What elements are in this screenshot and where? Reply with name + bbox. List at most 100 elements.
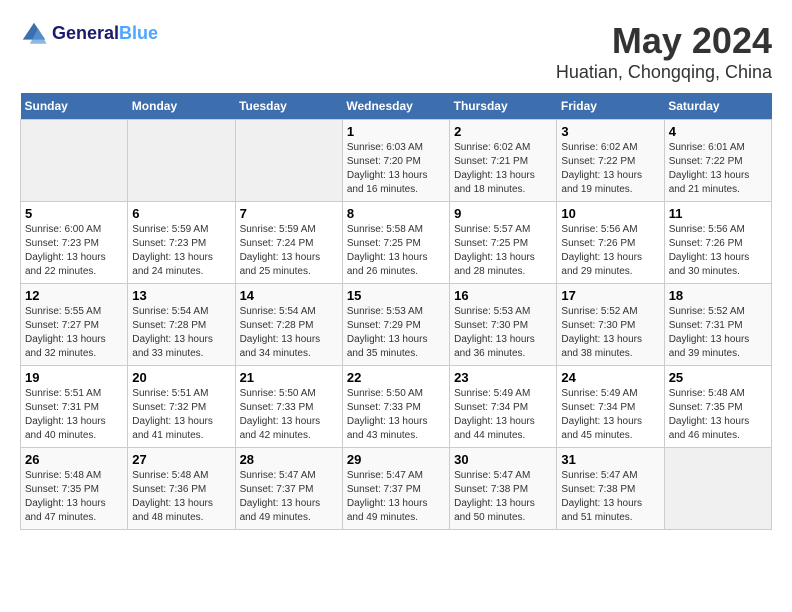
day-info: Sunrise: 6:00 AM Sunset: 7:23 PM Dayligh… xyxy=(25,223,123,279)
weekday-header: Saturday xyxy=(664,93,771,120)
day-number: 12 xyxy=(25,288,123,303)
day-number: 23 xyxy=(454,370,552,385)
day-number: 26 xyxy=(25,452,123,467)
day-info: Sunrise: 5:48 AM Sunset: 7:35 PM Dayligh… xyxy=(669,387,767,443)
day-number: 27 xyxy=(132,452,230,467)
calendar-day-cell: 4 Sunrise: 6:01 AM Sunset: 7:22 PM Daylig… xyxy=(664,120,771,202)
weekday-header: Tuesday xyxy=(235,93,342,120)
day-number: 3 xyxy=(561,124,659,139)
day-number: 28 xyxy=(240,452,338,467)
day-info: Sunrise: 5:59 AM Sunset: 7:24 PM Dayligh… xyxy=(240,223,338,279)
calendar-day-cell: 30 Sunrise: 5:47 AM Sunset: 7:38 PM Dayli… xyxy=(450,448,557,530)
day-number: 9 xyxy=(454,206,552,221)
day-info: Sunrise: 5:50 AM Sunset: 7:33 PM Dayligh… xyxy=(347,387,445,443)
calendar-table: SundayMondayTuesdayWednesdayThursdayFrid… xyxy=(20,93,772,530)
calendar-day-cell: 5 Sunrise: 6:00 AM Sunset: 7:23 PM Daylig… xyxy=(21,202,128,284)
calendar-day-cell: 24 Sunrise: 5:49 AM Sunset: 7:34 PM Dayli… xyxy=(557,366,664,448)
calendar-day-cell: 16 Sunrise: 5:53 AM Sunset: 7:30 PM Dayli… xyxy=(450,284,557,366)
day-info: Sunrise: 5:56 AM Sunset: 7:26 PM Dayligh… xyxy=(561,223,659,279)
calendar-day-cell: 13 Sunrise: 5:54 AM Sunset: 7:28 PM Dayli… xyxy=(128,284,235,366)
day-number: 17 xyxy=(561,288,659,303)
day-number: 7 xyxy=(240,206,338,221)
day-info: Sunrise: 5:54 AM Sunset: 7:28 PM Dayligh… xyxy=(240,305,338,361)
logo-text: GeneralBlue xyxy=(52,24,158,44)
calendar-day-cell: 26 Sunrise: 5:48 AM Sunset: 7:35 PM Dayli… xyxy=(21,448,128,530)
calendar-day-cell: 18 Sunrise: 5:52 AM Sunset: 7:31 PM Dayli… xyxy=(664,284,771,366)
day-info: Sunrise: 5:47 AM Sunset: 7:37 PM Dayligh… xyxy=(240,469,338,525)
calendar-day-cell: 8Sunrise: 5:58 AM Sunset: 7:25 PM Daylig… xyxy=(342,202,449,284)
calendar-day-cell: 28 Sunrise: 5:47 AM Sunset: 7:37 PM Dayli… xyxy=(235,448,342,530)
day-number: 30 xyxy=(454,452,552,467)
title-area: May 2024 Huatian, Chongqing, China xyxy=(556,20,772,83)
day-info: Sunrise: 6:01 AM Sunset: 7:22 PM Dayligh… xyxy=(669,141,767,197)
day-number: 16 xyxy=(454,288,552,303)
day-info: Sunrise: 5:58 AM Sunset: 7:25 PM Dayligh… xyxy=(347,223,445,279)
calendar-week-row: 19Sunrise: 5:51 AM Sunset: 7:31 PM Dayli… xyxy=(21,366,772,448)
day-number: 11 xyxy=(669,206,767,221)
day-number: 5 xyxy=(25,206,123,221)
weekday-header: Sunday xyxy=(21,93,128,120)
day-number: 15 xyxy=(347,288,445,303)
day-info: Sunrise: 5:59 AM Sunset: 7:23 PM Dayligh… xyxy=(132,223,230,279)
logo: GeneralBlue xyxy=(20,20,158,48)
day-info: Sunrise: 5:47 AM Sunset: 7:37 PM Dayligh… xyxy=(347,469,445,525)
day-number: 24 xyxy=(561,370,659,385)
day-number: 14 xyxy=(240,288,338,303)
day-info: Sunrise: 5:47 AM Sunset: 7:38 PM Dayligh… xyxy=(454,469,552,525)
day-info: Sunrise: 5:50 AM Sunset: 7:33 PM Dayligh… xyxy=(240,387,338,443)
calendar-week-row: 5 Sunrise: 6:00 AM Sunset: 7:23 PM Daylig… xyxy=(21,202,772,284)
calendar-day-cell: 1Sunrise: 6:03 AM Sunset: 7:20 PM Daylig… xyxy=(342,120,449,202)
day-number: 19 xyxy=(25,370,123,385)
subtitle: Huatian, Chongqing, China xyxy=(556,62,772,83)
day-number: 10 xyxy=(561,206,659,221)
day-info: Sunrise: 5:49 AM Sunset: 7:34 PM Dayligh… xyxy=(561,387,659,443)
calendar-week-row: 1Sunrise: 6:03 AM Sunset: 7:20 PM Daylig… xyxy=(21,120,772,202)
logo-icon xyxy=(20,20,48,48)
day-info: Sunrise: 5:51 AM Sunset: 7:32 PM Dayligh… xyxy=(132,387,230,443)
day-info: Sunrise: 5:52 AM Sunset: 7:31 PM Dayligh… xyxy=(669,305,767,361)
day-info: Sunrise: 5:53 AM Sunset: 7:30 PM Dayligh… xyxy=(454,305,552,361)
calendar-day-cell: 9Sunrise: 5:57 AM Sunset: 7:25 PM Daylig… xyxy=(450,202,557,284)
calendar-day-cell: 10 Sunrise: 5:56 AM Sunset: 7:26 PM Dayli… xyxy=(557,202,664,284)
calendar-day-cell: 19Sunrise: 5:51 AM Sunset: 7:31 PM Dayli… xyxy=(21,366,128,448)
day-number: 20 xyxy=(132,370,230,385)
calendar-day-cell: 7 Sunrise: 5:59 AM Sunset: 7:24 PM Daylig… xyxy=(235,202,342,284)
day-number: 22 xyxy=(347,370,445,385)
calendar-day-cell xyxy=(128,120,235,202)
day-number: 31 xyxy=(561,452,659,467)
calendar-week-row: 26 Sunrise: 5:48 AM Sunset: 7:35 PM Dayli… xyxy=(21,448,772,530)
calendar-day-cell xyxy=(235,120,342,202)
day-info: Sunrise: 5:48 AM Sunset: 7:36 PM Dayligh… xyxy=(132,469,230,525)
day-number: 21 xyxy=(240,370,338,385)
day-number: 13 xyxy=(132,288,230,303)
day-info: Sunrise: 5:54 AM Sunset: 7:28 PM Dayligh… xyxy=(132,305,230,361)
header: GeneralBlue May 2024 Huatian, Chongqing,… xyxy=(20,20,772,83)
day-number: 4 xyxy=(669,124,767,139)
calendar-day-cell: 12Sunrise: 5:55 AM Sunset: 7:27 PM Dayli… xyxy=(21,284,128,366)
calendar-day-cell: 6Sunrise: 5:59 AM Sunset: 7:23 PM Daylig… xyxy=(128,202,235,284)
calendar-day-cell: 31 Sunrise: 5:47 AM Sunset: 7:38 PM Dayli… xyxy=(557,448,664,530)
calendar-week-row: 12Sunrise: 5:55 AM Sunset: 7:27 PM Dayli… xyxy=(21,284,772,366)
calendar-day-cell: 27 Sunrise: 5:48 AM Sunset: 7:36 PM Dayli… xyxy=(128,448,235,530)
calendar-day-cell: 3Sunrise: 6:02 AM Sunset: 7:22 PM Daylig… xyxy=(557,120,664,202)
calendar-day-cell: 21 Sunrise: 5:50 AM Sunset: 7:33 PM Dayli… xyxy=(235,366,342,448)
day-info: Sunrise: 5:49 AM Sunset: 7:34 PM Dayligh… xyxy=(454,387,552,443)
calendar-day-cell: 22 Sunrise: 5:50 AM Sunset: 7:33 PM Dayli… xyxy=(342,366,449,448)
calendar-day-cell: 29Sunrise: 5:47 AM Sunset: 7:37 PM Dayli… xyxy=(342,448,449,530)
day-info: Sunrise: 5:47 AM Sunset: 7:38 PM Dayligh… xyxy=(561,469,659,525)
weekday-header: Thursday xyxy=(450,93,557,120)
calendar-day-cell: 11 Sunrise: 5:56 AM Sunset: 7:26 PM Dayli… xyxy=(664,202,771,284)
calendar-day-cell: 14 Sunrise: 5:54 AM Sunset: 7:28 PM Dayli… xyxy=(235,284,342,366)
weekday-header-row: SundayMondayTuesdayWednesdayThursdayFrid… xyxy=(21,93,772,120)
day-info: Sunrise: 5:53 AM Sunset: 7:29 PM Dayligh… xyxy=(347,305,445,361)
day-info: Sunrise: 6:02 AM Sunset: 7:21 PM Dayligh… xyxy=(454,141,552,197)
calendar-day-cell: 20 Sunrise: 5:51 AM Sunset: 7:32 PM Dayli… xyxy=(128,366,235,448)
day-info: Sunrise: 6:03 AM Sunset: 7:20 PM Dayligh… xyxy=(347,141,445,197)
day-number: 18 xyxy=(669,288,767,303)
day-info: Sunrise: 5:56 AM Sunset: 7:26 PM Dayligh… xyxy=(669,223,767,279)
calendar-day-cell: 17Sunrise: 5:52 AM Sunset: 7:30 PM Dayli… xyxy=(557,284,664,366)
day-info: Sunrise: 5:48 AM Sunset: 7:35 PM Dayligh… xyxy=(25,469,123,525)
weekday-header: Monday xyxy=(128,93,235,120)
calendar-day-cell xyxy=(21,120,128,202)
calendar-day-cell: 23 Sunrise: 5:49 AM Sunset: 7:34 PM Dayli… xyxy=(450,366,557,448)
